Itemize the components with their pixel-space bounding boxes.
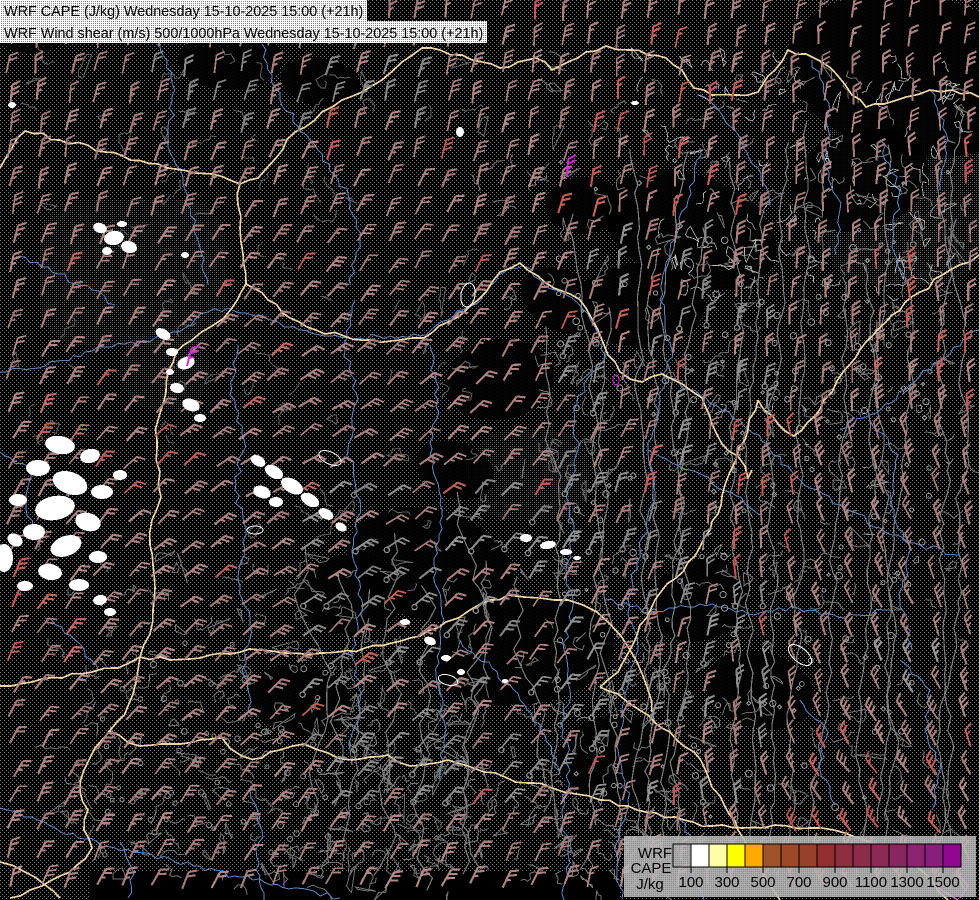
svg-text:1100: 1100	[855, 874, 887, 891]
svg-text:100: 100	[678, 874, 703, 891]
svg-text:700: 700	[786, 874, 811, 891]
svg-text:WRF Wind shear (m/s) 500/1000h: WRF Wind shear (m/s) 500/1000hPa Wednesd…	[4, 26, 483, 42]
svg-text:900: 900	[822, 874, 847, 891]
svg-text:1300: 1300	[890, 874, 923, 891]
svg-text:CAPE: CAPE	[631, 860, 672, 877]
svg-text:J/kg: J/kg	[636, 876, 664, 893]
svg-text:WRF CAPE (J/kg) Wednesday 15-1: WRF CAPE (J/kg) Wednesday 15-10-2025 15:…	[4, 4, 363, 20]
svg-text:300: 300	[714, 874, 739, 891]
svg-text:500: 500	[750, 874, 775, 891]
svg-text:1500: 1500	[926, 874, 959, 891]
